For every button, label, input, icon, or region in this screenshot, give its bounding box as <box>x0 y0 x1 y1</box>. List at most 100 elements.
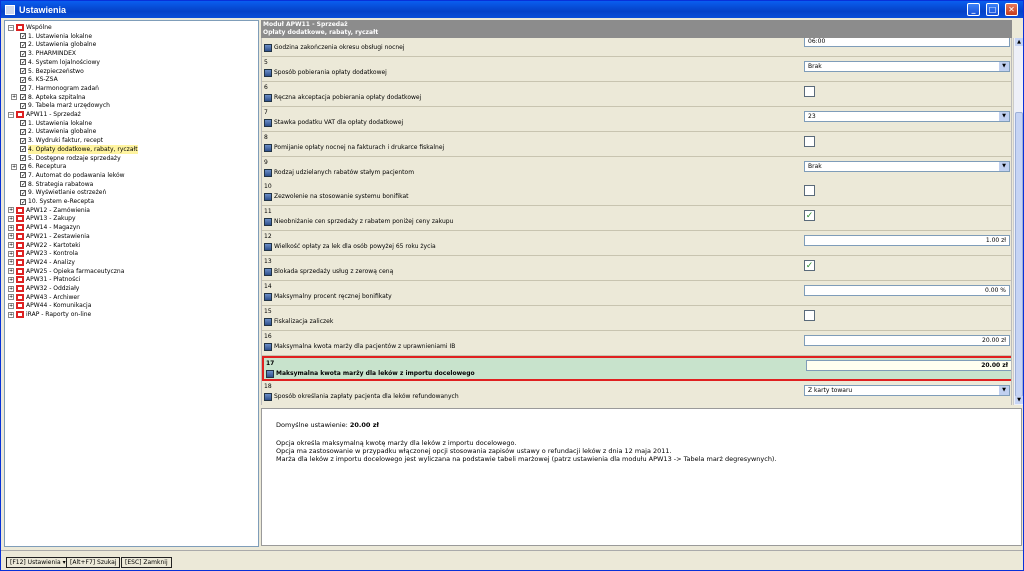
tree-module-node[interactable]: + APW31 - Płatności <box>8 275 80 284</box>
setting-value-select[interactable]: Brak ▼ <box>804 160 1010 172</box>
expand-icon[interactable]: + <box>8 250 14 257</box>
search-button[interactable]: [Alt+F7] Szukaj <box>66 557 121 568</box>
chevron-down-icon[interactable]: ▼ <box>999 161 1009 171</box>
setting-row[interactable]: 10 Zezwolenie na stosowanie systemu bonif… <box>262 181 1011 207</box>
setting-row[interactable]: 6 Ręczna akceptacja pobierania opłaty dod… <box>262 81 1011 107</box>
setting-value-select[interactable]: Brak ▼ <box>804 60 1010 72</box>
setting-value-input[interactable]: 06:00 <box>804 38 1010 47</box>
expand-icon[interactable]: + <box>8 294 14 301</box>
tree-item[interactable]: ✓ 7. Harmonogram zadań <box>20 84 99 93</box>
setting-checkbox[interactable] <box>804 135 815 147</box>
scroll-thumb[interactable] <box>1015 112 1023 397</box>
tree-module-node[interactable]: + APW32 - Oddziały <box>8 284 79 293</box>
tree-item[interactable]: ✓ 8. Strategia rabatowa <box>20 180 93 189</box>
tree-module-node[interactable]: + APW24 - Analizy <box>8 258 75 267</box>
setting-value-input[interactable]: 0.00 % <box>804 285 1010 296</box>
setting-value-select[interactable]: Z karty towaru ▼ <box>804 384 1010 396</box>
tree-item[interactable]: ✓ 2. Ustawienia globalne <box>20 127 96 136</box>
setting-checkbox[interactable]: ✓ <box>804 260 815 272</box>
module-icon <box>16 311 24 319</box>
tree-item[interactable]: ✓ 5. Bezpieczeństwo <box>20 67 84 76</box>
expand-icon[interactable]: + <box>8 285 14 292</box>
tree-item[interactable]: ✓ 3. Wydruki faktur, recept <box>20 136 103 145</box>
tree-module-node[interactable]: + APW43 - Archiwer <box>8 293 80 302</box>
tree-item[interactable]: ✓ 6. KS-ZSA <box>20 75 58 84</box>
setting-row[interactable]: Godzina zakończenia okresu obsługi nocne… <box>262 38 1011 57</box>
setting-label: Sposób pobierania opłaty dodatkowej <box>274 68 387 76</box>
vertical-scrollbar[interactable]: ▲ ▼ <box>1013 38 1023 405</box>
close-button[interactable]: ✕ <box>1005 3 1018 16</box>
setting-checkbox[interactable] <box>804 185 815 197</box>
expand-icon[interactable]: + <box>8 311 14 318</box>
setting-row[interactable]: 7 Stawka podatku VAT dla opłaty dodatkowe… <box>262 106 1011 132</box>
expand-icon[interactable]: + <box>8 302 14 309</box>
expand-icon[interactable]: + <box>8 215 14 222</box>
tree-module-node[interactable]: − Wspólne <box>8 23 52 32</box>
expand-icon[interactable]: + <box>8 259 14 266</box>
expand-icon[interactable]: + <box>8 268 14 275</box>
setting-value-input[interactable]: 20.00 zł <box>806 359 1011 371</box>
expand-icon[interactable]: + <box>8 207 14 214</box>
setting-checkbox[interactable] <box>804 85 815 97</box>
tree-item[interactable]: ✓ 9. Tabela marż urzędowych <box>20 101 110 110</box>
settings-menu-label: [F12] Ustawienia <box>10 559 61 566</box>
tree-item[interactable]: ✓ 9. Wyświetlanie ostrzeżeń <box>20 188 106 197</box>
minimize-button[interactable]: _ <box>967 3 980 16</box>
setting-value-select[interactable]: 23 ▼ <box>804 110 1010 122</box>
tree-module-node[interactable]: + APW23 - Kontrola <box>8 249 78 258</box>
setting-row[interactable]: 14 Maksymalny procent ręcznej bonifikaty 0… <box>262 281 1011 306</box>
tree-module-node[interactable]: + APW13 - Zakupy <box>8 214 76 223</box>
tree-module-node[interactable]: + APW44 - Komunikacja <box>8 301 91 310</box>
tree-item[interactable]: + ✓ 8. Apteka szpitalna <box>11 93 85 102</box>
setting-value-input[interactable]: 20.00 zł <box>804 334 1010 346</box>
setting-row[interactable]: 12 Wielkość opłaty za lek dla osób powyże… <box>262 231 1011 257</box>
setting-row[interactable]: 8 Pomijanie opłaty nocnej na fakturach i … <box>262 131 1011 157</box>
setting-value-input[interactable]: 1.00 zł <box>804 235 1010 247</box>
setting-label: Maksymalny procent ręcznej bonifikaty <box>274 293 392 300</box>
tree-module-node[interactable]: + APW22 - Kartoteki <box>8 241 80 250</box>
tree-item[interactable]: ✓ 5. Dostępne rodzaje sprzedaży <box>20 154 121 163</box>
setting-checkbox[interactable]: ✓ <box>804 210 815 222</box>
chevron-down-icon[interactable]: ▼ <box>999 111 1009 121</box>
setting-row[interactable]: 9 Rodzaj udzielanych rabatów stałym pacje… <box>262 156 1011 182</box>
tree-module-node[interactable]: + iRAP - Raporty on-line <box>8 310 91 319</box>
tree-item[interactable]: ✓ 4. System lojalnościowy <box>20 58 100 67</box>
collapse-icon[interactable]: − <box>8 24 14 31</box>
tree-module-node[interactable]: + APW25 - Opieka farmaceutyczna <box>8 267 124 276</box>
expand-icon[interactable]: + <box>8 224 14 231</box>
tree-item[interactable]: ✓ 10. System e-Recepta <box>20 197 94 206</box>
setting-row[interactable]: 5 Sposób pobierania opłaty dodatkowej Brak… <box>262 56 1011 82</box>
tree-item[interactable]: ✓ 3. PHARMINDEX <box>20 49 76 58</box>
tree-item[interactable]: ✓ 7. Automat do podawania leków <box>20 171 125 180</box>
tree-item[interactable]: ✓ 1. Ustawienia lokalne <box>20 119 92 128</box>
tree-item[interactable]: + ✓ 6. Receptura <box>11 162 66 171</box>
tree-module-node[interactable]: − APW11 - Sprzedaż <box>8 110 81 119</box>
tree-item[interactable]: ✓ 4. Opłaty dodatkowe, rabaty, ryczałt <box>20 144 138 154</box>
tree-module-node[interactable]: + APW21 - Zestawienia <box>8 232 90 241</box>
setting-checkbox[interactable] <box>804 309 815 321</box>
setting-row[interactable]: 16 Maksymalna kwota marży dla pacjentów z… <box>262 330 1011 356</box>
expand-icon[interactable]: + <box>8 242 14 248</box>
expand-icon[interactable]: + <box>8 233 14 240</box>
chevron-down-icon[interactable]: ▼ <box>999 385 1009 395</box>
setting-row[interactable]: 17 Maksymalna kwota marży dla leków z imp… <box>262 355 1011 381</box>
tree-module-node[interactable]: + APW14 - Magazyn <box>8 223 80 232</box>
setting-row[interactable]: 11 Nieobniżanie cen sprzedaży z rabatem p… <box>262 206 1011 232</box>
expand-icon[interactable]: + <box>8 276 14 283</box>
setting-label: Pomijanie opłaty nocnej na fakturach i d… <box>274 143 445 151</box>
tree-item[interactable]: ✓ 1. Ustawienia lokalne <box>20 32 92 41</box>
expand-icon[interactable]: + <box>11 163 17 170</box>
scroll-up-arrow[interactable]: ▲ <box>1015 38 1023 46</box>
settings-menu-button[interactable]: [F12] Ustawienia ▾ <box>6 557 70 568</box>
tree-module-node[interactable]: + APW12 - Zamówienia <box>8 206 90 215</box>
setting-row[interactable]: 18 Sposób określania zapłaty pacjenta dla… <box>262 380 1011 405</box>
tree-item[interactable]: ✓ 2. Ustawienia globalne <box>20 40 96 49</box>
close-escape-button[interactable]: [ESC] Zamknij <box>121 557 172 568</box>
setting-row[interactable]: 13 Blokada sprzedaży usług z zerową ceną ✓ <box>262 256 1011 282</box>
chevron-down-icon[interactable]: ▼ <box>999 61 1009 71</box>
scroll-down-arrow[interactable]: ▼ <box>1015 396 1023 404</box>
setting-row[interactable]: 15 Fiskalizacja zaliczek <box>262 305 1011 331</box>
maximize-button[interactable]: □ <box>986 3 999 16</box>
collapse-icon[interactable]: − <box>8 111 14 118</box>
expand-icon[interactable]: + <box>11 94 17 101</box>
